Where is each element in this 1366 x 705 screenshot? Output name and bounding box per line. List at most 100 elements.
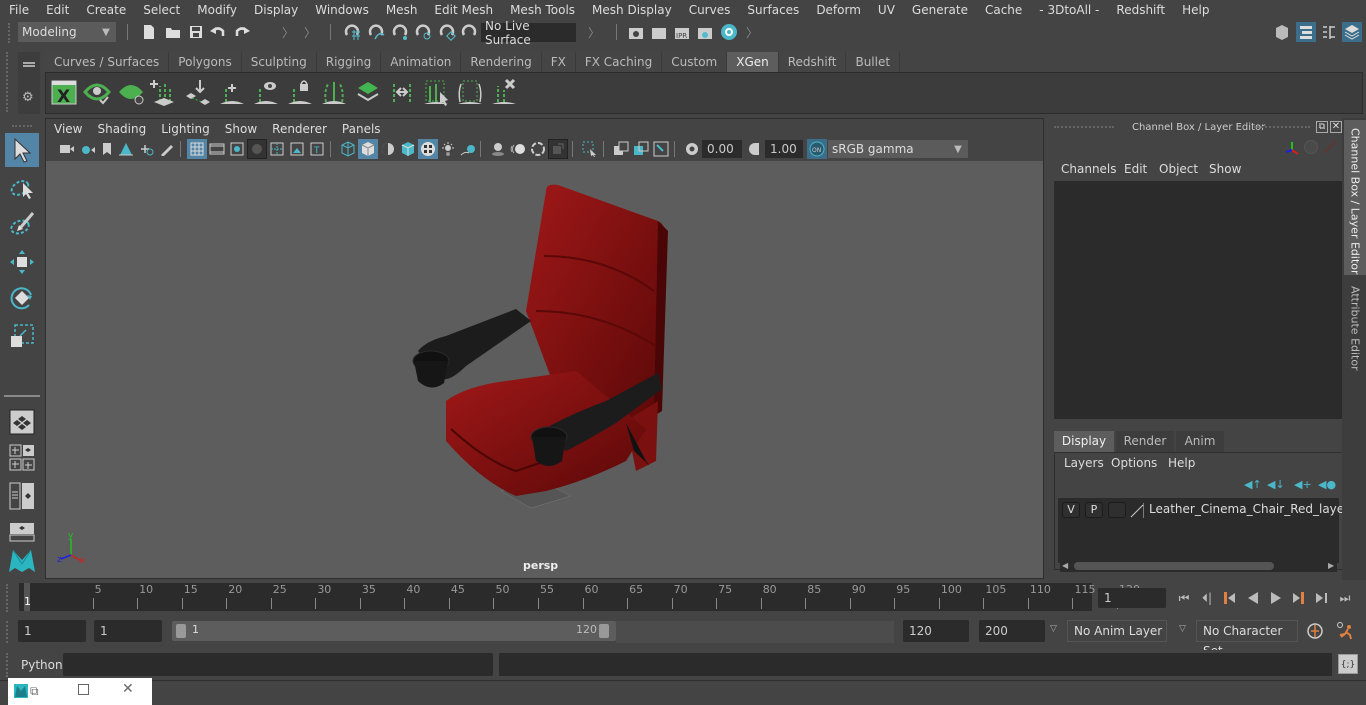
gamma-field[interactable]: 1.00 <box>765 140 803 158</box>
wireframe-on-shaded-icon[interactable] <box>398 139 418 159</box>
play-backwards-icon[interactable] <box>1244 589 1262 607</box>
exposure-field[interactable]: 0.00 <box>702 140 742 158</box>
shelf-tab-redshift[interactable]: Redshift <box>778 52 847 72</box>
shelf-tab-xgen[interactable]: XGen <box>727 52 779 72</box>
menu-curves[interactable]: Curves <box>680 3 739 17</box>
menu-create[interactable]: Create <box>77 3 134 17</box>
close-icon[interactable]: ✕ <box>122 681 134 697</box>
xgen-lock-guides-icon[interactable] <box>286 78 316 108</box>
channel-list[interactable] <box>1054 181 1342 419</box>
shelf-tab-bullet[interactable]: Bullet <box>846 52 901 72</box>
lights-icon[interactable] <box>438 139 458 159</box>
layer-name[interactable]: Leather_Cinema_Chair_Red_layer <box>1149 502 1349 516</box>
toolbox-drag-handle[interactable] <box>12 125 32 128</box>
textured-icon[interactable] <box>418 139 438 159</box>
xgen-flip-icon[interactable] <box>388 78 418 108</box>
wireframe-icon[interactable] <box>338 139 358 159</box>
new-scene-icon[interactable] <box>139 22 159 42</box>
3d-scene-view[interactable]: y x z persp <box>46 161 1043 578</box>
move-layer-up-icon[interactable]: ◀↑ <box>1244 478 1262 491</box>
snap-grid-icon[interactable] <box>342 22 362 42</box>
layers-menu[interactable]: Layers <box>1064 456 1104 470</box>
move-tool-icon[interactable] <box>5 245 39 279</box>
xgen-clear-preview-icon[interactable] <box>117 78 147 108</box>
menu-uv[interactable]: UV <box>869 3 903 17</box>
layer-tab-render[interactable]: Render <box>1116 431 1174 452</box>
menu-generate[interactable]: Generate <box>903 3 976 17</box>
viewport-menu-renderer[interactable]: Renderer <box>264 122 334 136</box>
step-forward-key-icon[interactable] <box>1290 589 1308 607</box>
grease-pencil-icon[interactable] <box>157 139 177 159</box>
xgen-add-guides-icon[interactable] <box>150 78 180 108</box>
timeline-ruler[interactable]: 1 5 10 15 20 25 30 35 40 45 50 55 60 65 70 75 80 85 90 95 1… <box>19 583 1140 611</box>
xgen-groom-patch-icon[interactable] <box>354 78 384 108</box>
four-pane-layout-icon[interactable] <box>5 441 39 475</box>
maya-app-icon[interactable] <box>14 684 28 701</box>
single-pane-layout-icon[interactable] <box>5 405 39 439</box>
cmdline-drag-handle[interactable] <box>6 653 10 677</box>
collapse-arrow-icon[interactable]: 〉 <box>278 22 298 42</box>
animation-start-field[interactable]: 1 <box>18 620 86 642</box>
xgen-guide-frame-icon[interactable] <box>456 78 486 108</box>
color-management-toggle[interactable]: ON <box>807 139 827 159</box>
edit-menu[interactable]: Edit <box>1124 162 1147 176</box>
xgen-preview-icon[interactable] <box>83 78 113 108</box>
motion-blur-icon[interactable] <box>508 139 528 159</box>
step-back-key-icon[interactable] <box>1220 589 1238 607</box>
collapse-arrow-icon[interactable]: 〉 <box>742 22 762 42</box>
workspace-dropdown[interactable]: Modeling ▼ <box>18 22 116 42</box>
xgen-select-guides-icon[interactable] <box>422 78 452 108</box>
range-drag-handle[interactable] <box>6 621 10 643</box>
xgen-add-description-icon[interactable] <box>218 78 248 108</box>
command-language-label[interactable]: Python <box>21 658 63 672</box>
menu-redshift[interactable]: Redshift <box>1107 3 1173 17</box>
move-layer-down-icon[interactable]: ◀↓ <box>1267 478 1285 491</box>
range-start-handle[interactable] <box>176 624 186 638</box>
options-menu[interactable]: Options <box>1111 456 1157 470</box>
float-panel-icon[interactable]: ⧉ <box>1316 121 1328 133</box>
undo-icon[interactable] <box>208 22 228 42</box>
menu-edit[interactable]: Edit <box>37 3 77 17</box>
menu-edit-mesh[interactable]: Edit Mesh <box>425 3 501 17</box>
menu-mesh[interactable]: Mesh <box>377 3 426 17</box>
auto-key-icon[interactable] <box>1306 622 1324 643</box>
show-menu[interactable]: Show <box>1209 162 1241 176</box>
open-scene-icon[interactable] <box>163 22 183 42</box>
resolution-gate-icon[interactable] <box>227 139 247 159</box>
drag-handle[interactable] <box>8 23 12 43</box>
animation-preferences-icon[interactable] <box>1335 621 1355 644</box>
playback-start-field[interactable]: 1 <box>94 620 162 642</box>
select-camera-icon[interactable] <box>57 139 77 159</box>
shelf-tab-fx-caching[interactable]: FX Caching <box>575 52 663 72</box>
ipr-render-icon[interactable]: IPR <box>672 22 692 42</box>
maximize-icon[interactable] <box>78 684 89 695</box>
layer-tab-anim[interactable]: Anim <box>1176 431 1224 452</box>
field-chart-icon[interactable] <box>267 139 287 159</box>
layer-visibility-toggle[interactable]: V <box>1062 502 1080 518</box>
layer-tab-display[interactable]: Display <box>1054 431 1114 452</box>
shelf-tab-animation[interactable]: Animation <box>381 52 462 72</box>
xgen-delete-guides-icon[interactable] <box>490 78 520 108</box>
exposure-icon[interactable] <box>682 139 702 159</box>
bookmark-icon[interactable] <box>97 139 117 159</box>
render-region-icon[interactable] <box>626 22 646 42</box>
xray-active-components-icon[interactable] <box>651 139 671 159</box>
menu-cache[interactable]: Cache <box>976 3 1030 17</box>
xgen-toggle-guides-icon[interactable] <box>252 78 282 108</box>
tool-settings-icon[interactable] <box>1319 22 1339 42</box>
restore-icon[interactable]: ⧉ <box>30 684 39 699</box>
menu-mesh-display[interactable]: Mesh Display <box>583 3 680 17</box>
scroll-left-icon[interactable]: ◀ <box>1062 561 1068 570</box>
shelf-tab-curves-surfaces[interactable]: Curves / Surfaces <box>45 52 170 72</box>
layer-horizontal-scrollbar[interactable]: ◀ ▶ <box>1060 560 1337 572</box>
gear-icon[interactable]: ⚙ <box>22 90 34 105</box>
safe-action-icon[interactable] <box>287 139 307 159</box>
shelf-tab-polygons[interactable]: Polygons <box>169 52 242 72</box>
xray-joints-icon[interactable] <box>631 139 651 159</box>
chair-model[interactable]: y x z <box>46 161 1043 578</box>
grid-toggle-icon[interactable] <box>187 139 207 159</box>
side-tab-attribute-editor[interactable]: Attribute Editor <box>1344 278 1366 378</box>
depth-of-field-icon[interactable] <box>548 139 568 159</box>
viewport-menu-view[interactable]: View <box>46 122 89 136</box>
object-menu[interactable]: Object <box>1159 162 1198 176</box>
